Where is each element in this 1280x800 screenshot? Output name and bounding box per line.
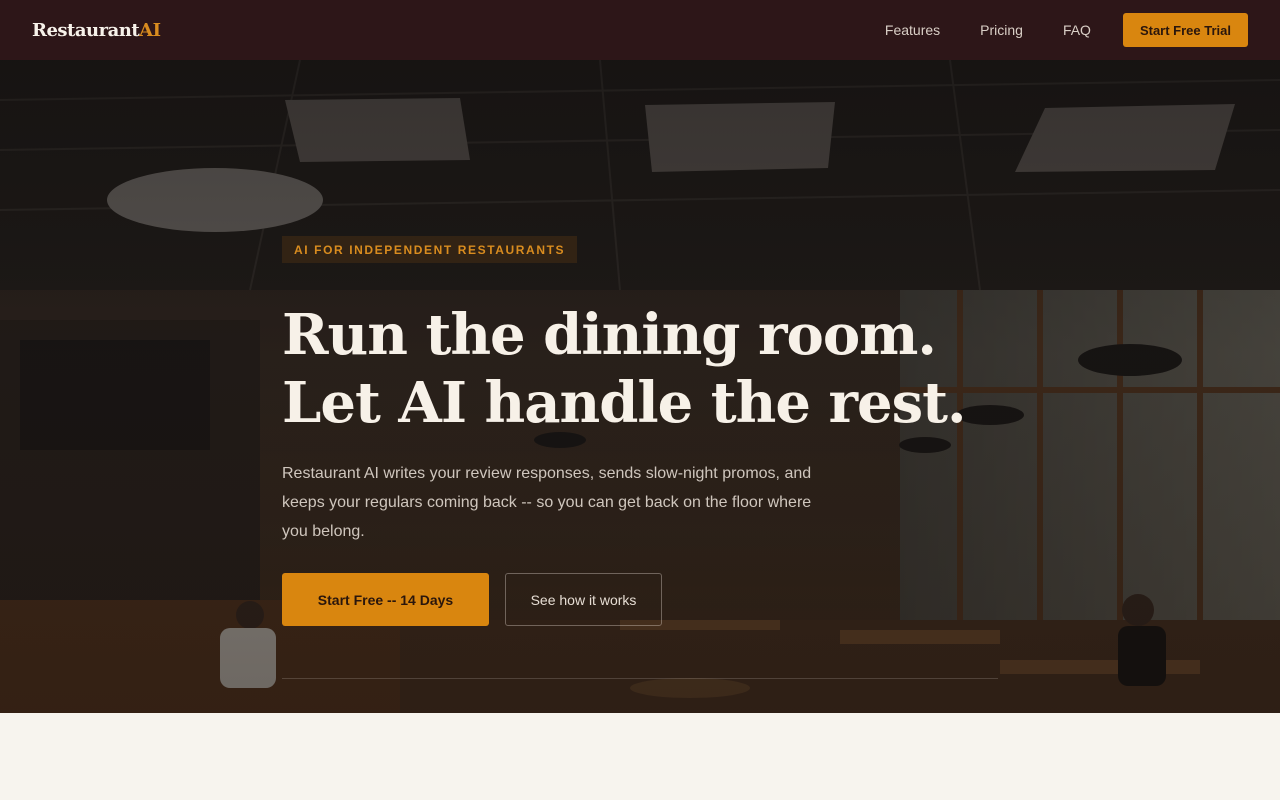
start-free-trial-button[interactable]: Start Free Trial: [1122, 13, 1248, 47]
hero-section: AI FOR INDEPENDENT RESTAURANTS Run the d…: [0, 60, 1280, 713]
brand-logo[interactable]: RestaurantAI: [32, 20, 161, 41]
see-how-it-works-button[interactable]: See how it works: [505, 573, 662, 626]
hero-headline: Run the dining room. Let AI handle the r…: [282, 302, 967, 436]
nav-link-faq[interactable]: FAQ: [1063, 22, 1091, 38]
logo-text-accent: AI: [139, 19, 161, 41]
start-free-14-days-button[interactable]: Start Free -- 14 Days: [282, 573, 489, 626]
nav-link-pricing[interactable]: Pricing: [980, 22, 1023, 38]
hero-subtext: Restaurant AI writes your review respons…: [282, 465, 812, 540]
top-navbar: RestaurantAI Features Pricing FAQ Start …: [0, 0, 1280, 60]
nav-link-features[interactable]: Features: [885, 22, 940, 38]
hero-actions: Start Free -- 14 Days See how it works: [282, 573, 1002, 626]
hero-content: AI FOR INDEPENDENT RESTAURANTS Run the d…: [282, 236, 1002, 626]
next-section: [0, 713, 1280, 800]
hero-eyebrow-badge: AI FOR INDEPENDENT RESTAURANTS: [282, 236, 578, 263]
hero-divider: [282, 678, 998, 679]
logo-text-main: Restaurant: [32, 19, 140, 41]
nav-links: Features Pricing FAQ Start Free Trial: [885, 13, 1248, 47]
